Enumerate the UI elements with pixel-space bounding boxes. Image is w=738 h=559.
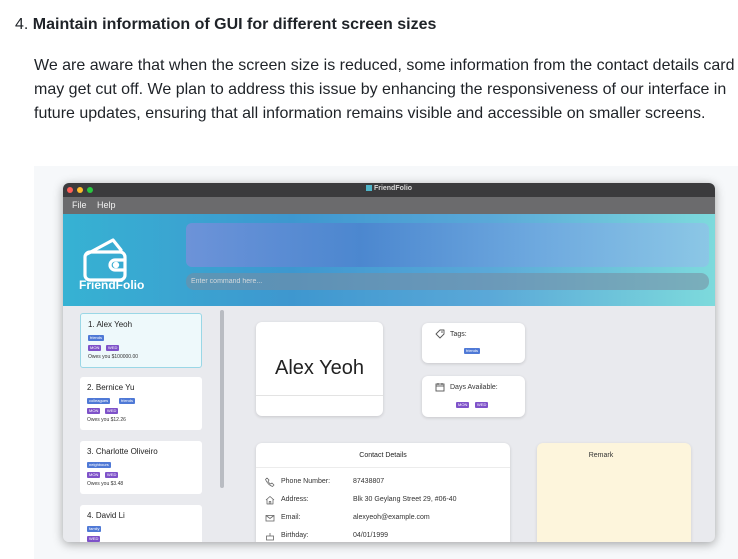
menu-help[interactable]: Help (97, 200, 116, 210)
divider (256, 467, 510, 468)
mail-icon (265, 515, 275, 522)
tag-pill: colleagues (87, 398, 111, 404)
divider (256, 395, 383, 396)
cake-icon (266, 533, 274, 541)
address-value: Blk 30 Geylang Street 29, #06-40 (353, 496, 457, 503)
contact-name: 3. Charlotte Oliveiro (87, 447, 158, 456)
app-icon (365, 185, 372, 192)
contact-card-4[interactable]: 4. David Li family WED (80, 505, 202, 542)
calendar-icon (435, 383, 445, 392)
phone-icon (265, 477, 275, 487)
doc-paragraph: We are aware that when the screen size i… (34, 57, 735, 122)
contact-name: 2. Bernice Yu (87, 383, 135, 392)
contact-details-card: Contact Details Phone Number: 87438807 A… (256, 443, 510, 542)
day-pill: MON (87, 408, 101, 414)
window-title: FriendFolio (63, 185, 715, 192)
contact-card-1[interactable]: 1. Alex Yeoh friends MON WED Owes you $1… (80, 313, 202, 368)
day-pill: WED (475, 402, 489, 408)
tag-pill: friends (88, 335, 105, 341)
contact-name: 1. Alex Yeoh (88, 320, 133, 329)
tags-card: Tags: friends (422, 323, 525, 363)
contact-details-title: Contact Details (359, 452, 407, 459)
day-pill: WED (105, 408, 119, 414)
birthday-label: Birthday: (281, 532, 309, 539)
owes-text: Owes you $3.48 (87, 481, 124, 487)
home-icon (265, 496, 275, 505)
tag-pill: neighbours (87, 462, 111, 468)
day-pill: WED (87, 536, 101, 542)
window-title-text: FriendFolio (373, 185, 413, 192)
menu-file[interactable]: File (72, 200, 87, 210)
menu-bar: File Help (63, 197, 715, 214)
tag-pill: family (87, 526, 102, 532)
contact-detail-panel: Alex Yeoh Tags: friends Days Available: … (248, 306, 715, 542)
header-banner: FriendFolio (63, 214, 715, 306)
command-input[interactable] (186, 273, 709, 290)
window-titlebar: FriendFolio (63, 183, 715, 197)
owes-text: Owes you $12.26 (87, 417, 126, 423)
day-pill: MON (456, 402, 470, 408)
day-pill: WED (106, 345, 120, 351)
contact-list-panel: 1. Alex Yeoh friends MON WED Owes you $1… (63, 306, 233, 542)
doc-heading: 4. Maintain information of GUI for diffe… (15, 16, 436, 34)
remark-card: Remark (537, 443, 691, 542)
email-value: alexyeoh@example.com (353, 514, 430, 521)
contact-name: 4. David Li (87, 511, 125, 520)
email-label: Email: (281, 514, 301, 521)
phone-value: 87438807 (353, 478, 385, 485)
heading-title: Maintain information of GUI for differen… (32, 16, 437, 33)
contact-card-3[interactable]: 3. Charlotte Oliveiro neighbours MON WED… (80, 441, 202, 494)
address-label: Address: (281, 496, 309, 503)
tag-pill: friends (464, 348, 481, 354)
heading-number: 4. (15, 16, 29, 33)
day-pill: WED (105, 472, 119, 478)
detail-name: Alex Yeoh (275, 357, 364, 379)
name-card: Alex Yeoh (256, 322, 383, 416)
day-pill: MON (88, 345, 102, 351)
remark-title: Remark (588, 452, 614, 459)
tags-label: Tags: (450, 331, 467, 338)
days-card: Days Available: MON WED (422, 376, 525, 417)
days-label: Days Available: (450, 384, 498, 391)
result-display (186, 223, 709, 267)
day-pill: MON (87, 472, 101, 478)
phone-label: Phone Number: (281, 478, 331, 485)
owes-text: Owes you $100000.00 (88, 354, 139, 360)
tag-pill: friends (119, 398, 136, 404)
app-window: FriendFolio File Help FriendFolio 1. Ale… (63, 183, 715, 542)
contact-card-2[interactable]: 2. Bernice Yu colleagues friends MON WED… (80, 377, 202, 430)
birthday-value: 04/01/1999 (353, 532, 389, 539)
contact-list-scrollbar[interactable] (220, 310, 224, 488)
logo-text: FriendFolio (79, 278, 145, 292)
tag-icon (435, 329, 445, 339)
